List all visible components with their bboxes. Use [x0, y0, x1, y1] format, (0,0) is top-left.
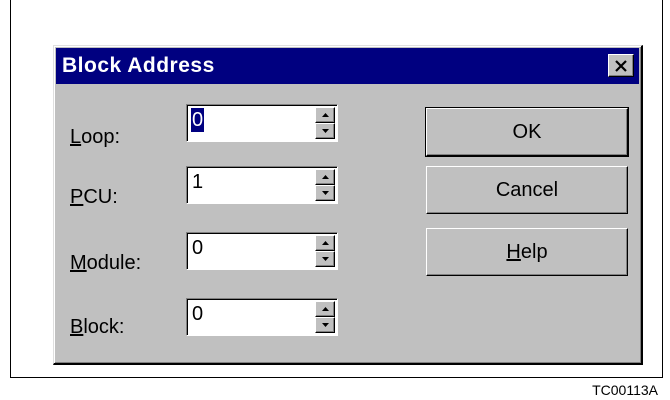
dialog-title: Block Address	[62, 54, 215, 77]
down-arrow-icon	[321, 129, 329, 133]
pcu-spin-up-button[interactable]	[315, 169, 335, 185]
down-arrow-icon	[321, 257, 329, 261]
loop-spin-up-button[interactable]	[315, 107, 335, 123]
block-spinbox[interactable]: 0	[186, 298, 338, 336]
module-spin-up-button[interactable]	[315, 235, 335, 251]
loop-spinbox[interactable]: 0	[186, 104, 338, 142]
block-label: Block:	[70, 316, 125, 338]
up-arrow-icon	[321, 175, 329, 179]
dialog-titlebar: Block Address	[56, 48, 639, 84]
pcu-spinbox[interactable]: 1	[186, 166, 338, 204]
up-arrow-icon	[321, 307, 329, 311]
figure-caption: TC00113A	[592, 382, 658, 398]
down-arrow-icon	[321, 191, 329, 195]
loop-input[interactable]: 0	[191, 108, 205, 132]
close-icon	[615, 59, 627, 72]
loop-label: Loop:	[70, 126, 121, 148]
pcu-input[interactable]: 1	[191, 170, 204, 194]
module-spinbox[interactable]: 0	[186, 232, 338, 270]
pcu-spin-down-button[interactable]	[315, 185, 335, 201]
module-label: Module:	[70, 252, 142, 274]
module-spin-down-button[interactable]	[315, 251, 335, 267]
block-spin-up-button[interactable]	[315, 301, 335, 317]
ok-button[interactable]: OK	[425, 107, 629, 157]
close-button[interactable]	[608, 54, 634, 77]
help-button[interactable]: Help	[426, 228, 628, 276]
pcu-label: PCU:	[70, 186, 118, 208]
down-arrow-icon	[321, 323, 329, 327]
block-spin-down-button[interactable]	[315, 317, 335, 333]
module-input[interactable]: 0	[191, 236, 204, 260]
cancel-button[interactable]: Cancel	[426, 166, 628, 214]
loop-spin-down-button[interactable]	[315, 123, 335, 139]
block-input[interactable]: 0	[191, 302, 204, 326]
up-arrow-icon	[321, 113, 329, 117]
block-address-dialog: Block Address Loop: 0 PCU: 1 Module: 0 B…	[53, 45, 643, 365]
up-arrow-icon	[321, 241, 329, 245]
